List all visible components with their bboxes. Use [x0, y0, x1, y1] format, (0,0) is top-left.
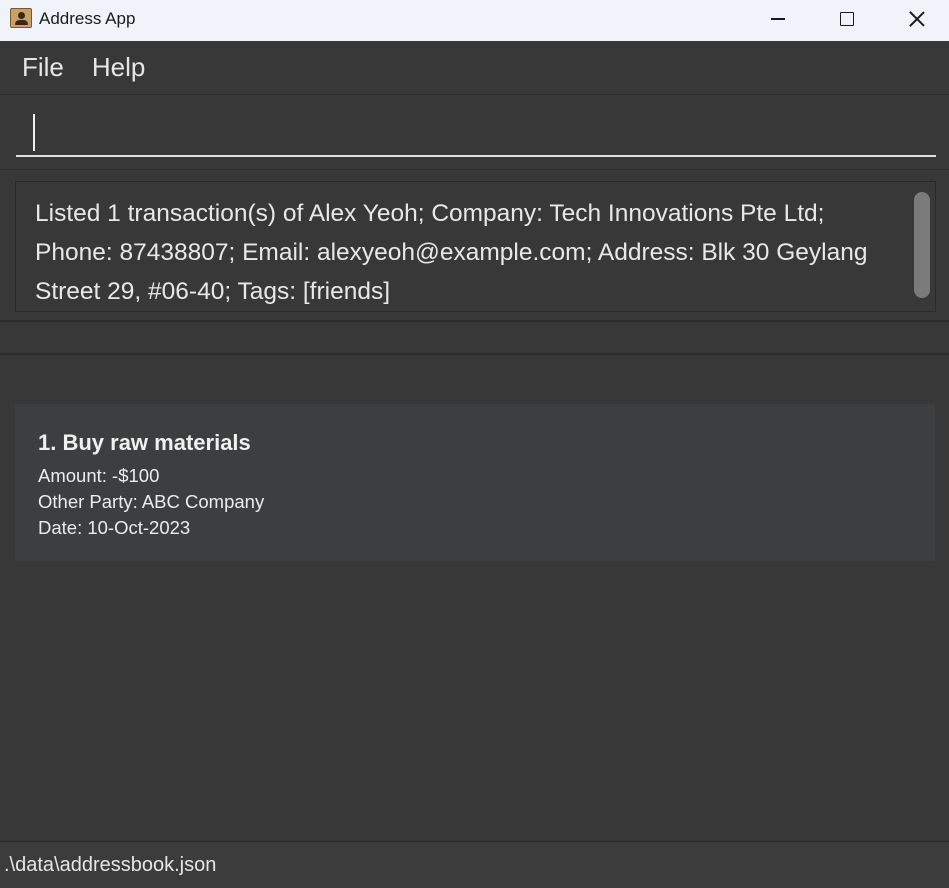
close-button[interactable]: [882, 0, 949, 38]
result-display-panel: Listed 1 transaction(s) of Alex Yeoh; Co…: [0, 170, 949, 322]
command-input[interactable]: [16, 106, 936, 157]
minimize-button[interactable]: [743, 0, 813, 38]
transaction-list[interactable]: 1. Buy raw materials Amount: -$100 Other…: [0, 357, 949, 841]
transaction-title: 1. Buy raw materials: [38, 430, 251, 455]
list-item[interactable]: 1. Buy raw materials Amount: -$100 Other…: [15, 404, 935, 561]
resize-grip[interactable]: [853, 852, 943, 882]
result-line-2: Phone: 87438807; Email: alexyeoh@example…: [35, 239, 868, 266]
menu-help[interactable]: Help: [82, 52, 155, 83]
result-scrollbar[interactable]: [914, 192, 930, 298]
minimize-icon: [771, 18, 785, 20]
result-line-3: Street 29, #06-40; Tags: [friends]: [35, 278, 391, 305]
transaction-other-party: Other Party: ABC Company: [38, 491, 265, 512]
divider-strip: [0, 322, 949, 355]
menu-bar: File Help: [0, 41, 949, 95]
maximize-button[interactable]: [812, 0, 882, 38]
transaction-date: Date: 10-Oct-2023: [38, 517, 191, 538]
app-window: Address App File Help Listed 1 transacti…: [0, 0, 949, 888]
close-icon: [909, 11, 925, 27]
text-caret: [33, 114, 35, 151]
result-display[interactable]: Listed 1 transaction(s) of Alex Yeoh; Co…: [15, 181, 936, 312]
result-line-1: Listed 1 transaction(s) of Alex Yeoh; Co…: [35, 200, 825, 227]
result-message: Listed 1 transaction(s) of Alex Yeoh; Co…: [35, 194, 895, 311]
status-bar: .\data\addressbook.json: [0, 841, 949, 888]
save-location: .\data\addressbook.json: [4, 854, 217, 876]
window-title: Address App: [39, 9, 136, 28]
menu-file[interactable]: File: [12, 52, 74, 83]
address-book-icon: [10, 8, 32, 28]
command-box: [0, 96, 949, 170]
transaction-amount: Amount: -$100: [38, 465, 160, 486]
title-bar[interactable]: Address App: [0, 0, 949, 41]
maximize-icon: [840, 12, 854, 26]
